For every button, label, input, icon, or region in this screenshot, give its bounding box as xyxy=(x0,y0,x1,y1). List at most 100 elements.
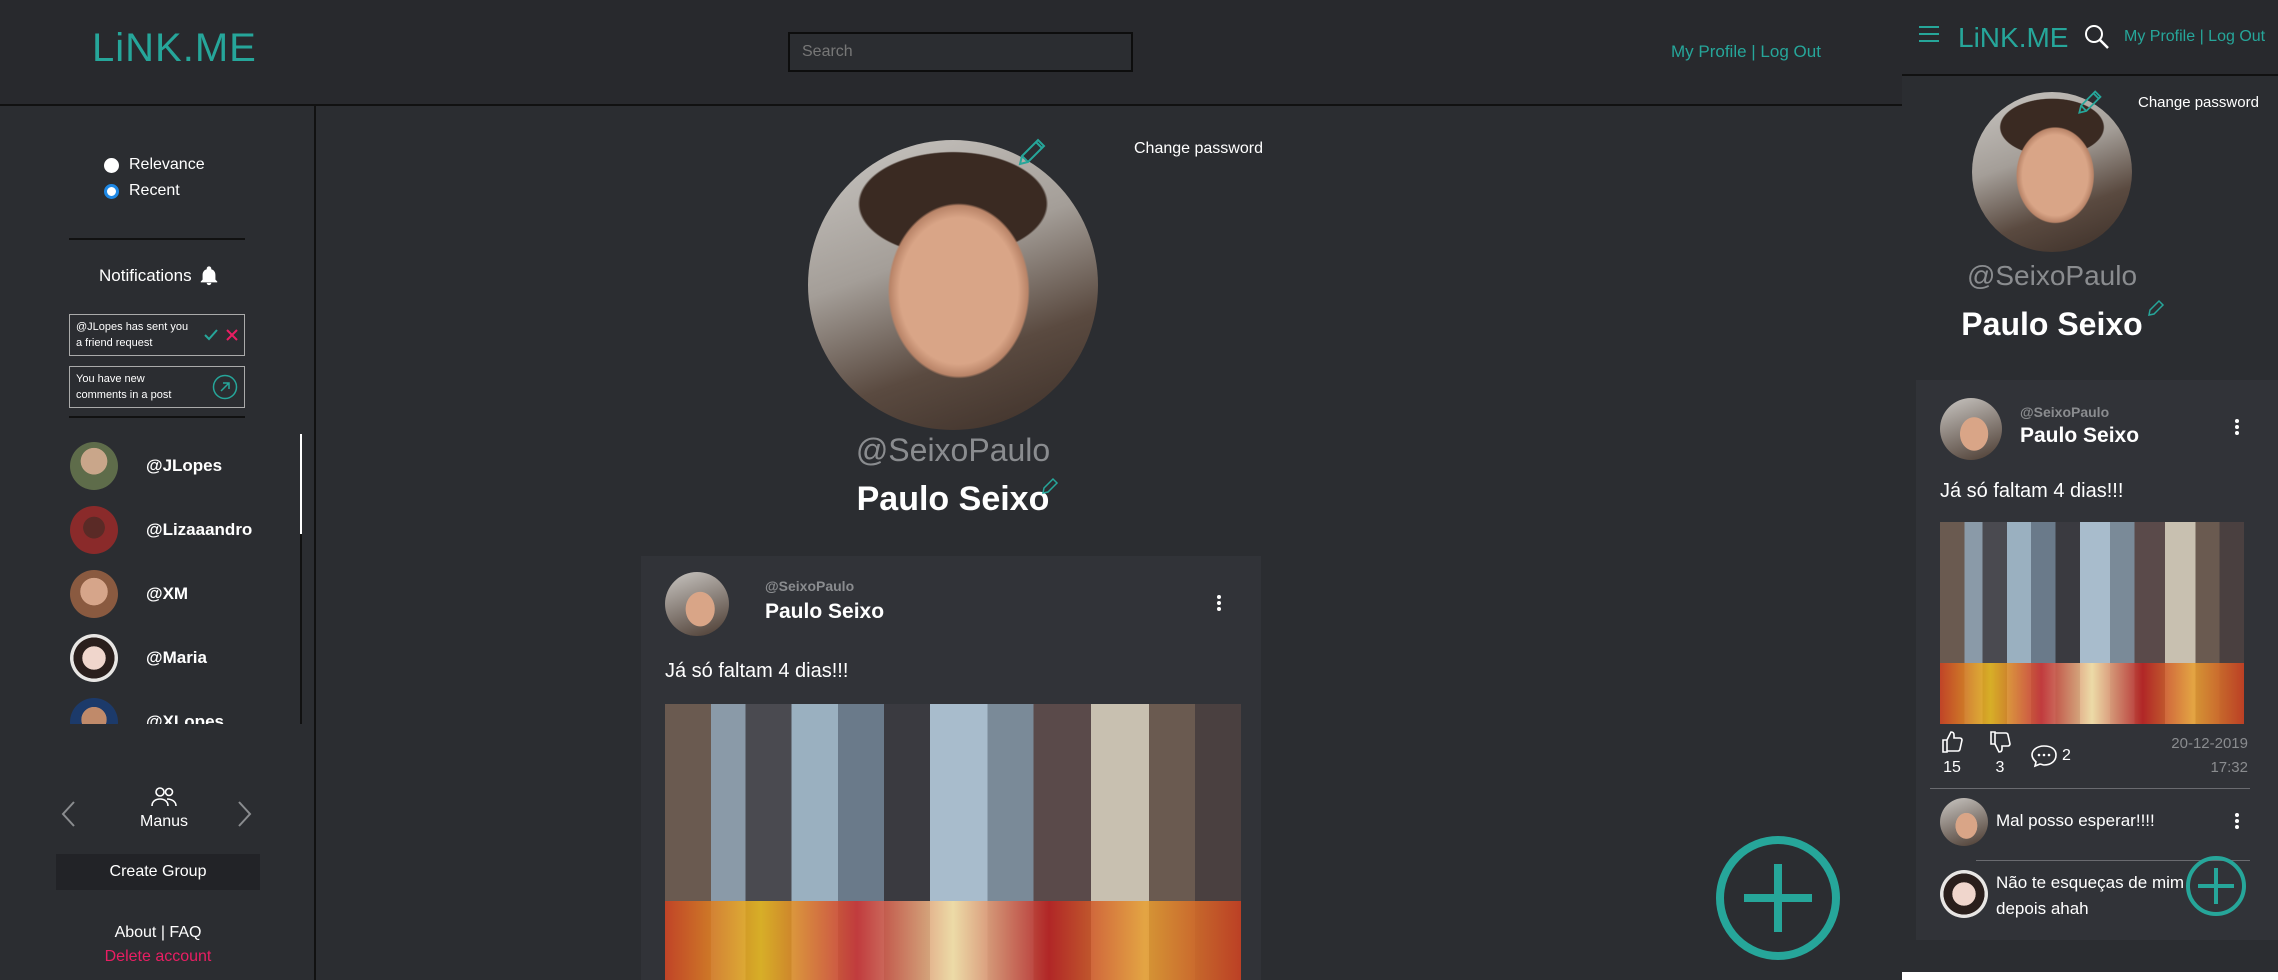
edit-picture-pencil-icon[interactable] xyxy=(1014,136,1048,170)
friend-item-maria[interactable]: @Maria xyxy=(60,626,300,690)
thumbs-up-icon[interactable] xyxy=(1940,730,1964,754)
comment-item: Mal posso esperar!!!! xyxy=(1940,798,2236,846)
decline-x-icon[interactable] xyxy=(226,329,238,341)
profile-logout-links[interactable]: My Profile | Log Out xyxy=(2124,28,2265,46)
comment-text: Mal posso esperar!!!! xyxy=(1996,811,2155,830)
mobile-navbar: LiNK.ME My Profile | Log Out xyxy=(1902,0,2278,76)
post-author-avatar[interactable] xyxy=(1940,398,2002,460)
thumbs-down-icon[interactable] xyxy=(1988,730,2012,754)
post-author-avatar[interactable] xyxy=(665,572,729,636)
search-icon[interactable] xyxy=(2084,24,2110,50)
mobile-view: LiNK.ME My Profile | Log Out Change pass… xyxy=(1902,0,2278,980)
post-text: Já só faltam 4 dias!!! xyxy=(665,660,849,682)
post-timestamp: 20-12-2019 17:32 xyxy=(2156,732,2248,780)
comment-item: Não te esqueças de mim depois ahah xyxy=(1940,870,2216,922)
profile-handle: @SeixoPaulo xyxy=(1966,260,2138,291)
profile-picture xyxy=(808,140,1098,430)
profile-logout-links[interactable]: My Profile | Log Out xyxy=(1671,42,1821,62)
friend-name: @Maria xyxy=(146,648,207,667)
comment-text: Não te esqueças de mim depois ahah xyxy=(1996,873,2185,918)
divider xyxy=(69,238,245,240)
post-text: Já só faltam 4 dias!!! xyxy=(1940,480,2124,502)
post-image[interactable] xyxy=(665,704,1241,980)
bell-icon[interactable] xyxy=(198,264,220,288)
friend-name: @XM xyxy=(146,584,189,603)
avatar xyxy=(70,698,118,724)
hamburger-menu-icon[interactable] xyxy=(1918,24,1940,44)
chevron-left-icon[interactable] xyxy=(60,800,76,828)
about-faq-links[interactable]: About | FAQ xyxy=(0,924,316,942)
post-author-name: Paulo Seixo xyxy=(765,600,885,623)
delete-account-link[interactable]: Delete account xyxy=(0,948,316,966)
radio-button-selected[interactable] xyxy=(104,183,119,199)
divider xyxy=(1930,788,2250,789)
top-navbar: LiNK.ME My Profile | Log Out xyxy=(0,0,1902,106)
radio-button[interactable] xyxy=(104,157,119,173)
post-date: 20-12-2019 xyxy=(2171,735,2248,752)
notifications-heading: Notifications xyxy=(99,264,220,288)
radio-label: Relevance xyxy=(129,156,205,173)
comment-more-options-icon[interactable] xyxy=(2234,812,2240,830)
notifications-label: Notifications xyxy=(99,266,192,285)
comment-avatar[interactable] xyxy=(1940,870,1988,918)
group-name: Manus xyxy=(140,813,189,830)
bottom-bar xyxy=(1902,972,2278,980)
desktop-view: LiNK.ME My Profile | Log Out Relevance R… xyxy=(0,0,1902,980)
friends-list: @JLopes @Lizaaandro @XM @Maria @XLopes xyxy=(60,434,300,724)
comments-reaction[interactable]: 2 xyxy=(2030,744,2071,768)
change-password-link[interactable]: Change password xyxy=(2138,94,2259,111)
post-author-handle[interactable]: @SeixoPaulo xyxy=(2020,404,2109,420)
accept-check-icon[interactable] xyxy=(204,329,218,341)
post-time: 17:32 xyxy=(2210,759,2248,776)
notification-new-comments: You have new comments in a post xyxy=(69,366,245,408)
sort-recent-option[interactable]: Recent xyxy=(104,182,180,200)
friend-name: @JLopes xyxy=(146,456,223,475)
friend-item-lizaaandro[interactable]: @Lizaaandro xyxy=(60,498,300,562)
friend-item-jlopes[interactable]: @JLopes xyxy=(60,434,300,498)
avatar xyxy=(70,442,118,490)
chevron-right-icon[interactable] xyxy=(237,800,253,828)
dislike-reaction[interactable]: 3 xyxy=(1988,730,2012,777)
add-post-plus-icon[interactable] xyxy=(2184,854,2248,918)
create-group-button[interactable]: Create Group xyxy=(56,854,260,890)
comment-avatar[interactable] xyxy=(1940,798,1988,846)
sort-relevance-option[interactable]: Relevance xyxy=(104,156,205,174)
search-input[interactable] xyxy=(788,32,1133,72)
group-navigator: Manus xyxy=(60,786,260,846)
current-group[interactable]: Manus xyxy=(140,786,188,831)
more-options-icon[interactable] xyxy=(1216,594,1222,612)
friend-item-xlopes[interactable]: @XLopes xyxy=(60,690,300,724)
avatar xyxy=(70,570,118,618)
app-logo[interactable]: LiNK.ME xyxy=(92,26,257,71)
notification-text: You have new comments in a post xyxy=(76,373,172,401)
post-image[interactable] xyxy=(1940,522,2244,724)
profile-handle: @SeixoPaulo xyxy=(855,432,1051,468)
post-author-handle[interactable]: @SeixoPaulo xyxy=(765,578,854,594)
change-password-link[interactable]: Change password xyxy=(1134,140,1263,158)
dislike-count: 3 xyxy=(1995,759,2005,776)
comment-count: 2 xyxy=(2062,747,2071,764)
notification-text: @JLopes has sent you a friend request xyxy=(76,321,189,349)
profile-picture xyxy=(1972,92,2132,252)
group-people-icon xyxy=(151,787,177,807)
more-options-icon[interactable] xyxy=(2234,418,2240,436)
app-logo[interactable]: LiNK.ME xyxy=(1958,22,2068,54)
like-reaction[interactable]: 15 xyxy=(1940,730,1964,777)
friends-scrollbar[interactable] xyxy=(300,434,302,534)
open-arrow-circle-icon[interactable] xyxy=(212,374,238,400)
friend-name: @Lizaaandro xyxy=(146,520,253,539)
comment-bubble-icon[interactable] xyxy=(2030,744,2058,768)
divider xyxy=(69,416,245,418)
edit-picture-pencil-icon[interactable] xyxy=(2074,88,2104,118)
friend-item-xm[interactable]: @XM xyxy=(60,562,300,626)
add-post-plus-icon[interactable] xyxy=(1714,834,1842,962)
avatar xyxy=(70,634,118,682)
post-author-name: Paulo Seixo xyxy=(2020,424,2140,447)
post-card: @SeixoPaulo Paulo Seixo Já só faltam 4 d… xyxy=(641,556,1261,980)
edit-name-pencil-icon[interactable] xyxy=(1040,476,1060,496)
friend-name: @XLopes xyxy=(146,712,224,724)
edit-name-pencil-icon[interactable] xyxy=(2146,298,2166,318)
radio-label: Recent xyxy=(129,182,180,199)
profile-main: Change password @SeixoPaulo Paulo Seixo … xyxy=(318,106,1902,980)
avatar xyxy=(70,506,118,554)
